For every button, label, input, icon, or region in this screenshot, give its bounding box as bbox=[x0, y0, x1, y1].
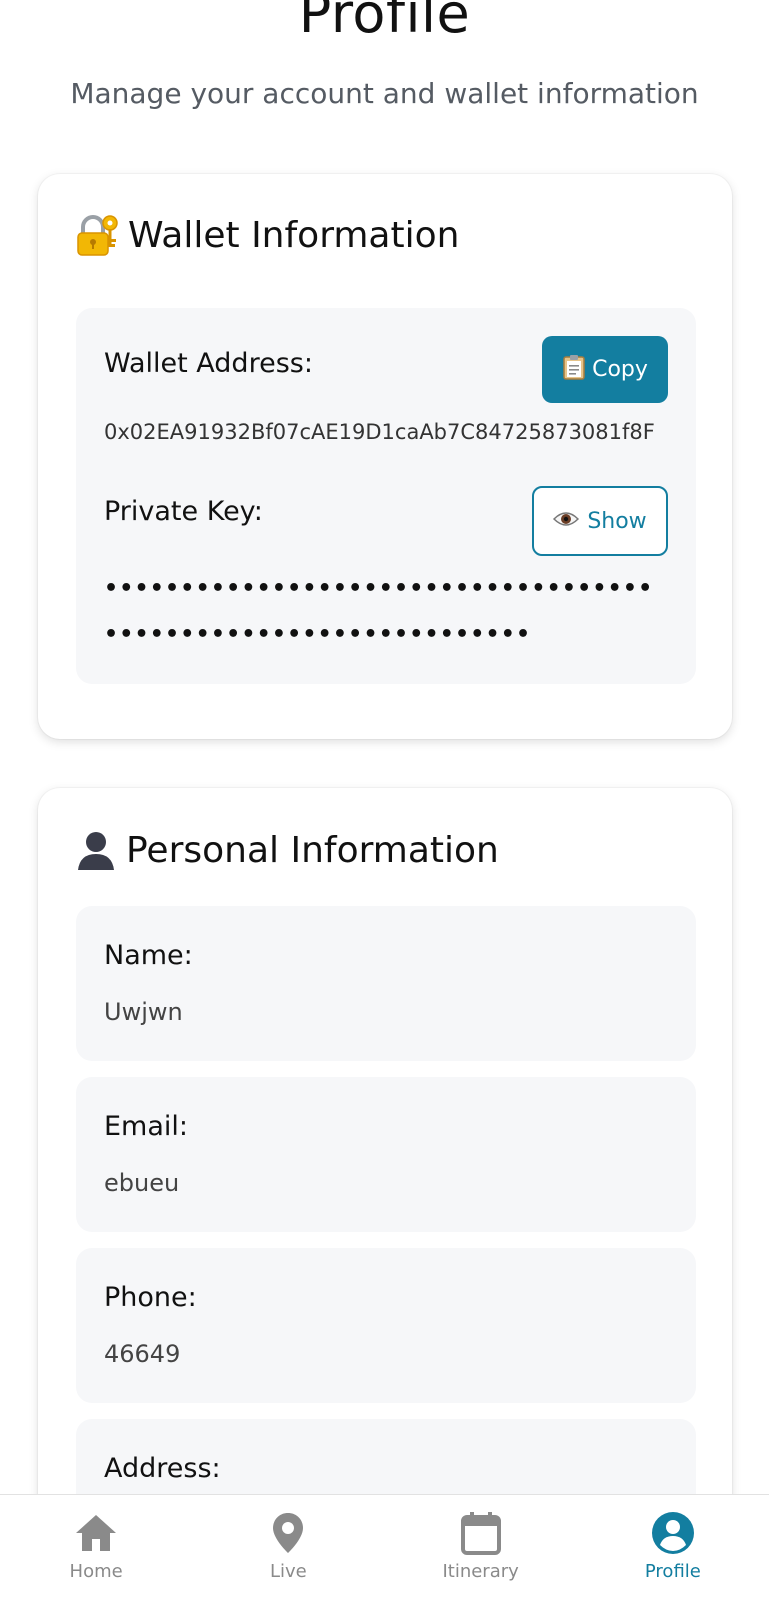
page-subtitle: Manage your account and wallet informati… bbox=[70, 77, 699, 110]
email-field-panel: Email: ebueu bbox=[76, 1077, 696, 1232]
personal-card-title-text: Personal Information bbox=[126, 829, 499, 871]
private-key-masked-value: ••••••••••••••••••••••••••••••••••••••••… bbox=[104, 576, 654, 647]
nav-item-home[interactable]: Home bbox=[0, 1495, 192, 1600]
profile-page: Profile Manage your account and wallet i… bbox=[0, 0, 769, 1600]
nav-label-itinerary: Itinerary bbox=[442, 1561, 519, 1582]
wallet-card-title-text: Wallet Information bbox=[128, 214, 460, 256]
home-icon bbox=[76, 1515, 117, 1551]
eye-icon bbox=[553, 509, 580, 534]
personal-card-title: Personal Information bbox=[74, 828, 499, 872]
nav-label-live: Live bbox=[269, 1561, 307, 1582]
private-key-label: Private Key: bbox=[104, 496, 263, 527]
nav-item-live[interactable]: Live bbox=[192, 1495, 384, 1600]
wallet-information-card: Wallet Information Wallet Address: Copy bbox=[38, 174, 732, 739]
phone-label: Phone: bbox=[104, 1282, 197, 1313]
phone-field-panel: Phone: 46649 bbox=[76, 1248, 696, 1403]
person-silhouette-icon bbox=[74, 828, 118, 872]
bottom-navigation: Home Live Itinerary Profile bbox=[0, 1494, 769, 1600]
wallet-address-value: 0x02EA91932Bf07cAE19D1caAb7C84725873081f… bbox=[104, 420, 655, 444]
nav-label-profile: Profile bbox=[644, 1561, 701, 1582]
copy-button-label: Copy bbox=[592, 357, 648, 382]
account-circle-icon bbox=[651, 1512, 694, 1554]
wallet-card-title: Wallet Information bbox=[74, 212, 459, 258]
copy-address-button[interactable]: Copy bbox=[542, 336, 668, 403]
phone-value: 46649 bbox=[104, 1340, 181, 1368]
email-label: Email: bbox=[104, 1111, 189, 1142]
name-value: Uwjwn bbox=[104, 998, 183, 1026]
wallet-address-label: Wallet Address: bbox=[104, 348, 313, 379]
address-label: Address: bbox=[104, 1453, 221, 1484]
name-field-panel: Name: Uwjwn bbox=[76, 906, 696, 1061]
lock-with-key-icon bbox=[74, 212, 120, 258]
show-button-label: Show bbox=[587, 508, 647, 534]
calendar-icon bbox=[460, 1512, 501, 1555]
clipboard-icon bbox=[562, 354, 586, 386]
page-title: Profile bbox=[298, 0, 471, 45]
nav-item-itinerary[interactable]: Itinerary bbox=[385, 1495, 577, 1600]
location-pin-icon bbox=[273, 1513, 304, 1553]
name-label: Name: bbox=[104, 940, 193, 971]
email-value: ebueu bbox=[104, 1169, 180, 1197]
wallet-details-panel: Wallet Address: Copy 0x02EA91932Bf07cAE1… bbox=[76, 308, 696, 684]
nav-item-profile[interactable]: Profile bbox=[577, 1495, 769, 1600]
personal-information-card: Personal Information Name: Uwjwn Email: … bbox=[38, 788, 732, 1574]
show-private-key-button[interactable]: Show bbox=[532, 486, 668, 556]
nav-label-home: Home bbox=[69, 1561, 123, 1582]
